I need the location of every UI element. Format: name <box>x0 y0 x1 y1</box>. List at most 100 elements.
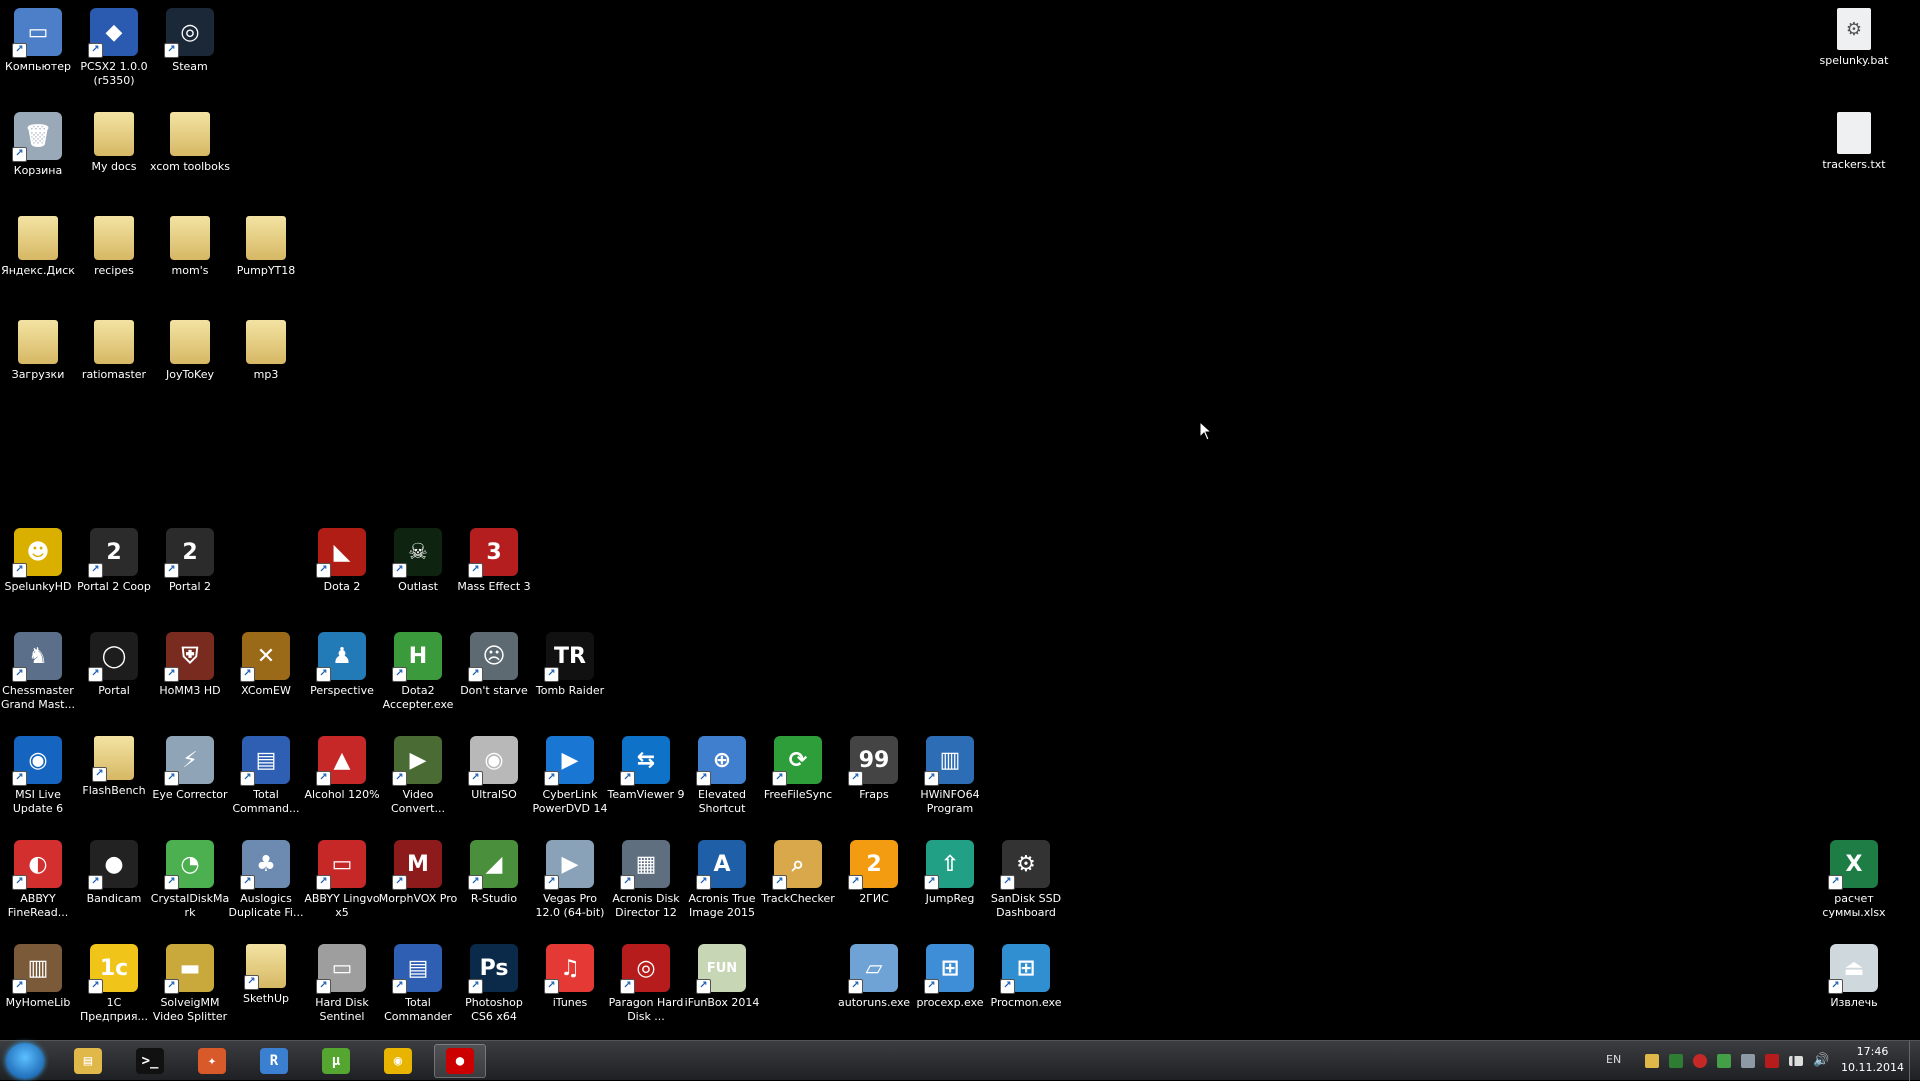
desktop-icon[interactable]: ◯ ↗ Portal <box>76 626 152 726</box>
utorrent-taskbar-button[interactable]: µ <box>310 1044 362 1078</box>
desktop-icon[interactable]: ▤ ↗ Total Commander <box>380 938 456 1038</box>
shortcut-arrow-icon: ↗ <box>848 875 863 890</box>
bandicam-taskbar-button[interactable]: ● <box>434 1044 486 1078</box>
desktop-icon[interactable]: ⏏ ↗ Извлечь <box>1816 938 1892 1038</box>
desktop-icon[interactable]: 2 ↗ 2ГИС <box>836 834 912 934</box>
desktop-icon-label: iTunes <box>552 996 588 1009</box>
desktop-icon[interactable]: 1c ↗ 1С Предприя... <box>76 938 152 1038</box>
desktop-icon[interactable]: ⊕ ↗ Elevated Shortcut <box>684 730 760 830</box>
chrome-taskbar-button[interactable]: ◉ <box>372 1044 424 1078</box>
desktop-icon[interactable]: X ↗ расчет суммы.xlsx <box>1816 834 1892 934</box>
desktop-icon[interactable]: ♞ ↗ Chessmaster Grand Mast... <box>0 626 76 726</box>
desktop-icon[interactable]: mom's <box>152 210 228 310</box>
network-icon[interactable] <box>1789 1056 1803 1066</box>
volume-icon[interactable]: 🔊 <box>1813 1054 1829 1068</box>
desktop-icon[interactable]: ▭ ↗ Компьютер <box>0 2 76 102</box>
desktop-icon[interactable]: ↗ SkethUp <box>228 938 304 1038</box>
desktop-icon[interactable]: ▥ ↗ HWiNFO64 Program <box>912 730 988 830</box>
desktop-icon[interactable]: ⊞ ↗ Procmon.exe <box>988 938 1064 1038</box>
explorer-taskbar-button[interactable]: ▤ <box>62 1044 114 1078</box>
desktop-icon[interactable]: ▶ ↗ CyberLink PowerDVD 14 <box>532 730 608 830</box>
desktop-icon[interactable]: ⚡ ↗ Eye Corrector <box>152 730 228 830</box>
desktop[interactable]: ▭ ↗ Компьютер ◆ ↗ PCSX2 1.0.0 (r5350) ◎ ↗ Steam ⚙… <box>0 0 1920 1040</box>
shortcut-arrow-icon: ↗ <box>1828 979 1843 994</box>
desktop-icon[interactable]: ▱ ↗ autoruns.exe <box>836 938 912 1038</box>
desktop-icon[interactable]: ⊞ ↗ procexp.exe <box>912 938 988 1038</box>
desktop-icon[interactable]: ◉ ↗ MSI Live Update 6 <box>0 730 76 830</box>
desktop-icon[interactable]: ▲ ↗ Alcohol 120% <box>304 730 380 830</box>
desktop-icon[interactable]: ▤ ↗ Total Command... <box>228 730 304 830</box>
desktop-icon[interactable]: ⚙ ↗ SanDisk SSD Dashboard <box>988 834 1064 934</box>
desktop-icon[interactable]: Яндекс.Диск <box>0 210 76 310</box>
desktop-icon[interactable]: ▭ ↗ Hard Disk Sentinel <box>304 938 380 1038</box>
desktop-icon[interactable]: ✕ ↗ XComEW <box>228 626 304 726</box>
desktop-icon[interactable]: ☻ ↗ SpelunkyHD <box>0 522 76 622</box>
desktop-icon[interactable]: 3 ↗ Mass Effect 3 <box>456 522 532 622</box>
desktop-icon[interactable]: trackers.txt <box>1816 106 1892 206</box>
desktop-icon[interactable]: TR ↗ Tomb Raider <box>532 626 608 726</box>
desktop-icon[interactable]: M ↗ MorphVOX Pro <box>379 834 457 934</box>
desktop-icon[interactable]: ☠ ↗ Outlast <box>380 522 456 622</box>
desktop-icon[interactable]: FUN ↗ iFunBox 2014 <box>684 938 760 1038</box>
start-button[interactable] <box>6 1043 44 1079</box>
desktop-icon[interactable]: ▥ ↗ MyHomeLib <box>0 938 76 1038</box>
desktop-icon[interactable]: ⇧ ↗ JumpReg <box>912 834 988 934</box>
desktop-icon[interactable]: 2 ↗ Portal 2 <box>152 522 228 622</box>
desktop-icon[interactable]: ● ↗ Bandicam <box>76 834 152 934</box>
desktop-icon[interactable]: 2 ↗ Portal 2 Coop <box>76 522 152 622</box>
desktop-icon[interactable]: A ↗ Acronis True Image 2015 <box>684 834 760 934</box>
desktop-icon[interactable]: ◆ ↗ PCSX2 1.0.0 (r5350) <box>76 2 152 102</box>
tray-nvidia-icon[interactable] <box>1669 1054 1683 1068</box>
desktop-icon[interactable]: ▶ ↗ Vegas Pro 12.0 (64-bit) <box>532 834 608 934</box>
desktop-icon[interactable]: ⚙ spelunky.bat <box>1816 2 1892 102</box>
tray-app-icon[interactable] <box>1645 1054 1659 1068</box>
desktop-icon[interactable]: Ps ↗ Photoshop CS6 x64 <box>456 938 532 1038</box>
desktop-icon[interactable]: JoyToKey <box>152 314 228 414</box>
desktop-icon[interactable]: PumpYT18 <box>228 210 304 310</box>
desktop-icon-label: SanDisk SSD Dashboard <box>990 892 1062 919</box>
desktop-icon[interactable]: H ↗ Dota2 Accepter.exe <box>380 626 456 726</box>
desktop-icon[interactable]: Загрузки <box>0 314 76 414</box>
desktop-icon[interactable]: ♣ ↗ Auslogics Duplicate Fi... <box>228 834 304 934</box>
desktop-icon[interactable]: ◐ ↗ ABBYY FineRead... <box>0 834 76 934</box>
desktop-icon[interactable]: xcom toolboks <box>150 106 230 206</box>
desktop-icon[interactable]: 99 ↗ Fraps <box>836 730 912 830</box>
desktop-icon[interactable]: recipes <box>76 210 152 310</box>
terminal-taskbar-button[interactable]: >_ <box>124 1044 176 1078</box>
desktop-icon-label: Acronis Disk Director 12 <box>612 892 680 919</box>
show-desktop-button[interactable] <box>1909 1041 1920 1081</box>
desktop-icon[interactable]: ◎ ↗ Steam <box>152 2 228 102</box>
desktop-icon[interactable]: ⇆ ↗ TeamViewer 9 <box>608 730 684 830</box>
desktop-icon[interactable]: ⟳ ↗ FreeFileSync <box>760 730 836 830</box>
desktop-icon[interactable]: ↗ FlashBench <box>76 730 152 830</box>
desktop-icon[interactable]: ▦ ↗ Acronis Disk Director 12 <box>608 834 684 934</box>
desktop-icon[interactable]: ☹ ↗ Don't starve <box>456 626 532 726</box>
app-r-taskbar-button[interactable]: R <box>248 1044 300 1078</box>
shortcut-arrow-icon: ↗ <box>316 875 331 890</box>
tray-green-icon[interactable] <box>1717 1054 1731 1068</box>
desktop-icon[interactable]: ◣ ↗ Dota 2 <box>304 522 380 622</box>
desktop-icon[interactable]: My docs <box>76 106 152 206</box>
desktop-icon[interactable]: ▬ ↗ SolveigMM Video Splitter <box>152 938 228 1038</box>
tray-flag-icon[interactable] <box>1765 1054 1779 1068</box>
desktop-icon[interactable]: ◔ ↗ CrystalDiskMark <box>151 834 229 934</box>
desktop-icon[interactable]: ◢ ↗ R-Studio <box>456 834 532 934</box>
desktop-icon[interactable]: ◉ ↗ UltraISO <box>456 730 532 830</box>
desktop-icon[interactable]: ♫ ↗ iTunes <box>532 938 608 1038</box>
desktop-icon[interactable]: ♟ ↗ Perspective <box>304 626 380 726</box>
homm3-icon: ⛨ ↗ <box>164 632 214 682</box>
desktop-icon[interactable]: ⌕ ↗ TrackChecker <box>760 834 836 934</box>
desktop-icon[interactable]: 🗑 ↗ Корзина <box>0 106 76 206</box>
app-taskbar-button[interactable]: ✦ <box>186 1044 238 1078</box>
desktop-icon[interactable]: mp3 <box>228 314 304 414</box>
desktop-icon[interactable]: ◎ ↗ Paragon Hard Disk ... <box>608 938 684 1038</box>
tray-record-icon[interactable] <box>1693 1054 1707 1068</box>
desktop-icon[interactable]: ratiomaster <box>76 314 152 414</box>
desktop-icon[interactable]: ▭ ↗ ABBYY Lingvo x5 <box>304 834 380 934</box>
language-indicator[interactable]: EN <box>1606 1053 1621 1066</box>
shortcut-arrow-icon: ↗ <box>88 875 103 890</box>
clock[interactable]: 17:46 10.11.2014 <box>1841 1044 1904 1076</box>
desktop-icon[interactable]: ⛨ ↗ HoMM3 HD <box>152 626 228 726</box>
tray-device-icon[interactable] <box>1741 1054 1755 1068</box>
desktop-icon[interactable]: ▶ ↗ Video Convert... <box>380 730 456 830</box>
